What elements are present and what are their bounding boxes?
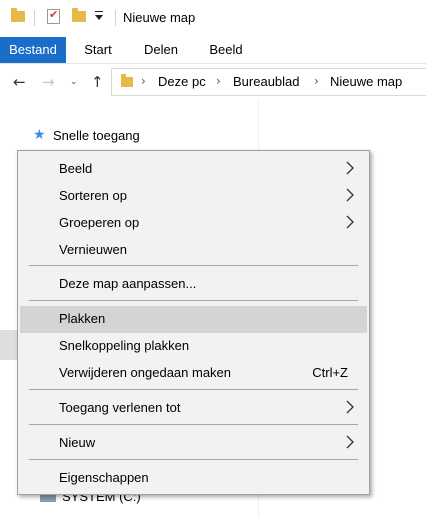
breadcrumb-chevron-icon[interactable]: › xyxy=(314,74,319,88)
menu-item-verwijderen-ongedaan-maken[interactable]: Verwijderen ongedaan maken Ctrl+Z xyxy=(20,360,367,387)
menu-item-eigenschappen[interactable]: Eigenschappen xyxy=(20,465,367,492)
menu-separator xyxy=(29,424,358,425)
nav-item-selection xyxy=(0,330,18,360)
menu-item-beeld[interactable]: Beeld xyxy=(20,156,367,183)
toolbar-separator xyxy=(34,10,35,26)
submenu-arrow-icon xyxy=(345,160,355,176)
ribbon-divider xyxy=(0,63,426,64)
breadcrumb-bureaublad[interactable]: Bureaublad xyxy=(233,74,300,89)
tab-beeld[interactable]: Beeld xyxy=(205,37,247,63)
star-icon: ★ xyxy=(33,127,46,143)
back-arrow-icon[interactable]: ← xyxy=(13,72,26,92)
menu-item-shortcut: Ctrl+Z xyxy=(312,365,348,380)
title-bar: Nieuwe map xyxy=(0,0,426,36)
submenu-arrow-icon xyxy=(345,187,355,203)
nav-item-label: Snelle toegang xyxy=(53,128,140,143)
menu-item-groeperen-op[interactable]: Groeperen op xyxy=(20,210,367,237)
customize-toolbar-dropdown-icon[interactable] xyxy=(94,11,104,23)
menu-item-plakken[interactable]: Plakken xyxy=(20,306,367,333)
toolbar-separator xyxy=(115,10,116,26)
menu-item-label: Plakken xyxy=(59,311,106,326)
menu-item-label: Snelkoppeling plakken xyxy=(59,338,190,353)
menu-item-sorteren-op[interactable]: Sorteren op xyxy=(20,183,367,210)
menu-separator xyxy=(29,459,358,460)
folder-icon xyxy=(11,8,25,22)
recent-locations-chevron-icon[interactable]: ⌄ xyxy=(70,72,78,92)
menu-item-label: Verwijderen ongedaan maken xyxy=(59,365,232,380)
menu-item-label: Groeperen op xyxy=(59,215,140,230)
breadcrumb-deze-pc[interactable]: Deze pc xyxy=(158,74,206,89)
address-bar[interactable]: › Deze pc › Bureaublad › Nieuwe map xyxy=(111,68,426,96)
breadcrumb-chevron-icon[interactable]: › xyxy=(216,74,221,88)
menu-item-snelkoppeling-plakken[interactable]: Snelkoppeling plakken xyxy=(20,333,367,360)
menu-separator xyxy=(29,389,358,390)
up-arrow-icon[interactable]: ↑ xyxy=(91,72,104,92)
menu-item-label: Eigenschappen xyxy=(59,470,149,485)
menu-item-vernieuwen[interactable]: Vernieuwen xyxy=(20,237,367,264)
properties-icon[interactable] xyxy=(47,8,60,24)
breadcrumb-chevron-icon[interactable]: › xyxy=(141,74,146,88)
tab-start[interactable]: Start xyxy=(77,37,119,63)
new-folder-icon[interactable] xyxy=(72,8,86,22)
menu-item-label: Deze map aanpassen... xyxy=(59,276,197,291)
menu-separator xyxy=(29,265,358,266)
forward-arrow-icon[interactable]: → xyxy=(42,72,55,92)
breadcrumb-nieuwe-map[interactable]: Nieuwe map xyxy=(330,74,402,89)
tab-bestand[interactable]: Bestand xyxy=(0,37,66,63)
menu-item-deze-map-aanpassen[interactable]: Deze map aanpassen... xyxy=(20,271,367,298)
menu-separator xyxy=(29,300,358,301)
submenu-arrow-icon xyxy=(345,399,355,415)
folder-icon xyxy=(121,74,133,87)
menu-item-toegang-verlenen-tot[interactable]: Toegang verlenen tot xyxy=(20,395,367,422)
tab-delen[interactable]: Delen xyxy=(139,37,183,63)
menu-item-label: Beeld xyxy=(59,161,93,176)
submenu-arrow-icon xyxy=(345,434,355,450)
menu-item-label: Nieuw xyxy=(59,435,96,450)
context-menu: Beeld Sorteren op Groeperen op Vernieuwe… xyxy=(17,150,370,495)
menu-item-label: Sorteren op xyxy=(59,188,127,203)
menu-item-nieuw[interactable]: Nieuw xyxy=(20,430,367,457)
menu-item-label: Vernieuwen xyxy=(59,242,127,257)
submenu-arrow-icon xyxy=(345,214,355,230)
ribbon-tabs: Bestand Start Delen Beeld xyxy=(0,37,426,63)
window-title: Nieuwe map xyxy=(123,10,196,25)
menu-item-label: Toegang verlenen tot xyxy=(59,400,181,415)
